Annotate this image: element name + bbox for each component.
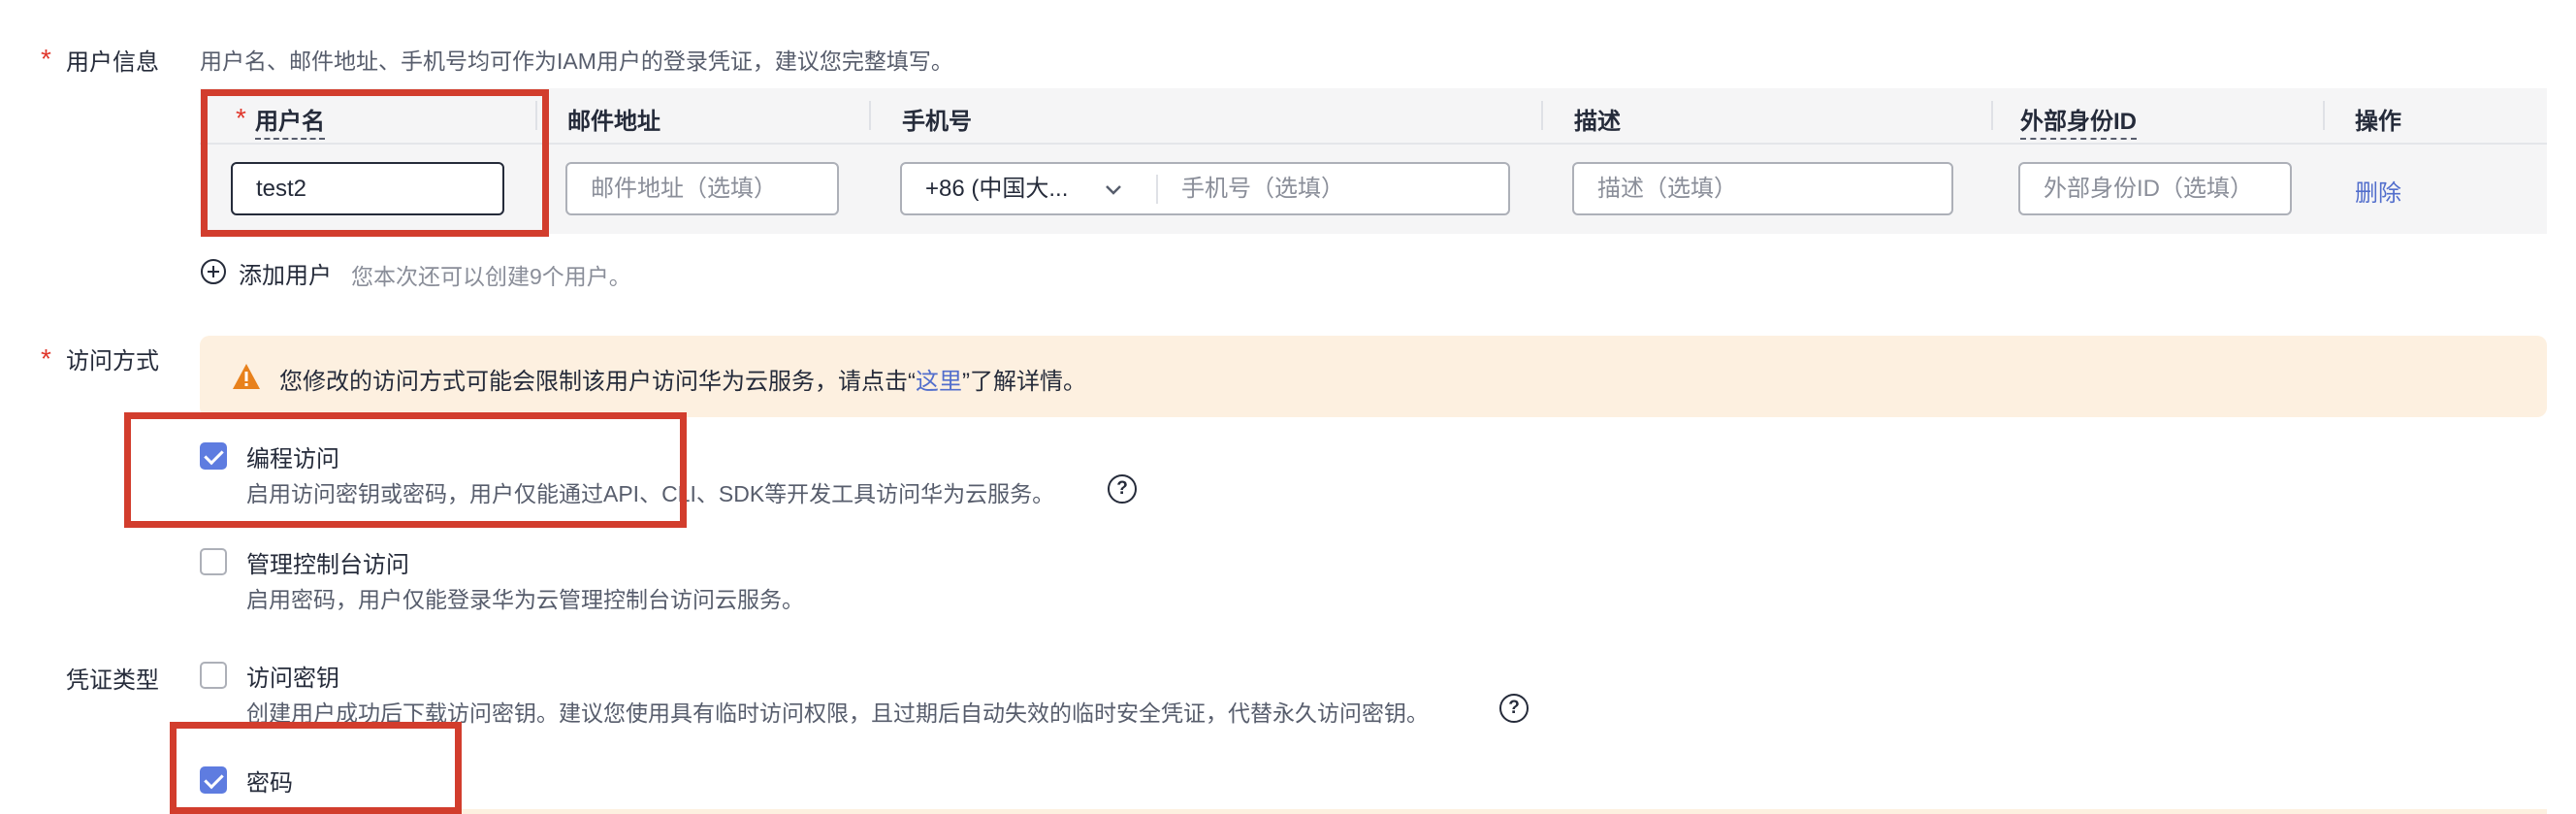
access-key-checkbox[interactable] <box>200 662 227 689</box>
console-access-desc: 启用密码，用户仅能登录华为云管理控制台访问云服务。 <box>246 587 804 612</box>
access-label: 访问方式 <box>66 348 159 374</box>
column-header-external-id: 外部身份ID <box>2020 102 2137 140</box>
table-row-divider <box>200 143 2547 145</box>
help-icon[interactable]: ? <box>1108 474 1137 504</box>
highlight-box-programmatic <box>124 412 687 528</box>
delete-link[interactable]: 删除 <box>2355 174 2401 208</box>
phone-divider <box>1156 175 1158 204</box>
warning-text: 您修改的访问方式可能会限制该用户访问华为云服务，请点击“这里”了解详情。 <box>279 362 1086 396</box>
column-divider <box>1991 101 1993 130</box>
console-access-checkbox[interactable] <box>200 548 227 575</box>
credential-label: 凭证类型 <box>66 667 159 694</box>
column-header-action: 操作 <box>2355 109 2401 135</box>
user-info-hint: 用户名、邮件地址、手机号均可作为IAM用户的登录凭证，建议您完整填写。 <box>200 49 953 74</box>
chevron-down-icon <box>1106 185 1121 195</box>
help-icon[interactable]: ? <box>1499 694 1529 723</box>
column-header-description: 描述 <box>1574 109 1621 135</box>
warning-text-suffix: ”了解详情。 <box>962 369 1086 395</box>
external-id-input[interactable]: 外部身份ID（选填） <box>2018 162 2292 215</box>
bottom-banner-edge <box>200 809 2547 814</box>
add-user-hint: 您本次还可以创建9个用户。 <box>351 264 631 289</box>
column-divider <box>2323 101 2325 130</box>
warning-banner: 您修改的访问方式可能会限制该用户访问华为云服务，请点击“这里”了解详情。 <box>200 336 2547 417</box>
user-info-label: 用户信息 <box>66 49 159 76</box>
console-access-label: 管理控制台访问 <box>246 552 409 578</box>
warning-here-link[interactable]: 这里 <box>916 369 962 395</box>
warning-icon <box>233 364 260 389</box>
phone-field: +86 (中国大... 手机号（选填） <box>900 162 1510 215</box>
country-code-select[interactable]: +86 (中国大... <box>925 164 1177 213</box>
column-divider <box>869 101 871 130</box>
required-mark: * <box>41 343 51 374</box>
warning-text-prefix: 您修改的访问方式可能会限制该用户访问华为云服务，请点击“ <box>279 369 916 395</box>
required-mark: * <box>41 44 51 74</box>
column-header-phone: 手机号 <box>902 109 972 135</box>
highlight-box-username <box>201 89 549 237</box>
country-code-value: +86 (中国大... <box>925 176 1069 202</box>
description-input[interactable]: 描述（选填） <box>1572 162 1953 215</box>
column-divider <box>1541 101 1543 130</box>
access-key-label: 访问密钥 <box>246 666 339 692</box>
phone-input[interactable]: 手机号（选填） <box>1181 164 1344 213</box>
plus-circle-icon <box>201 259 226 284</box>
email-input[interactable]: 邮件地址（选填） <box>565 162 839 215</box>
highlight-box-password <box>170 722 462 814</box>
column-header-email: 邮件地址 <box>567 109 660 135</box>
add-user-label: 添加用户 <box>239 263 332 289</box>
